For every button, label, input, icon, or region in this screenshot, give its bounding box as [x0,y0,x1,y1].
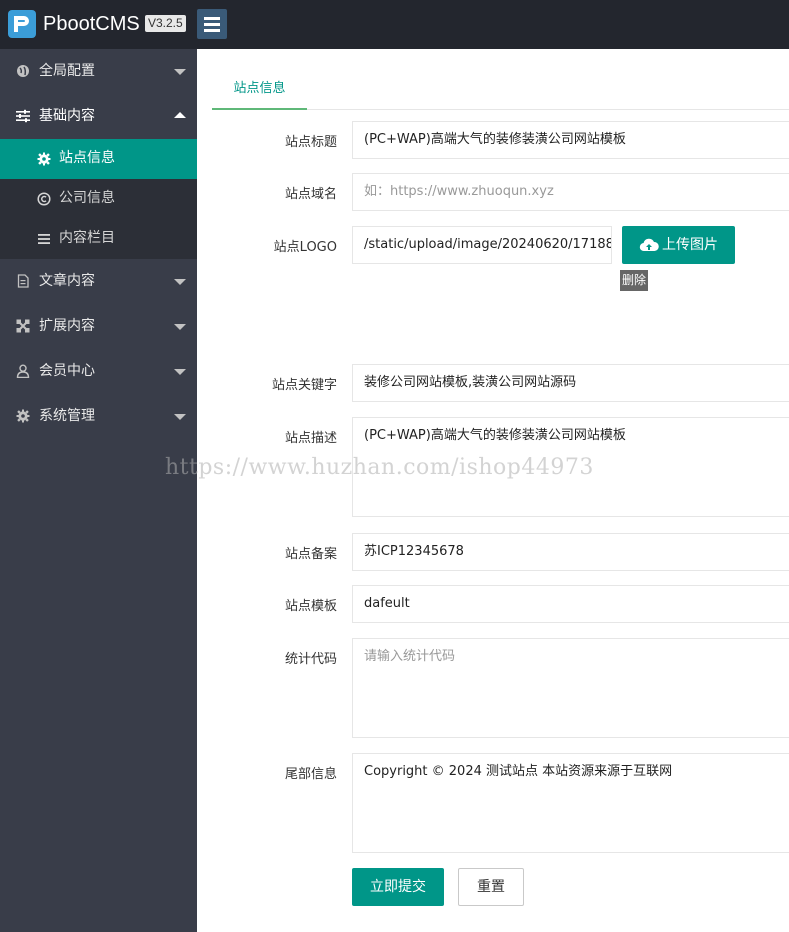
site-template-label: 站点模板 [284,599,337,614]
submenu-basic-content: 站点信息 公司信息 内容栏目 [0,139,197,259]
stats-code-label: 统计代码 [284,652,337,667]
hamburger-icon [204,29,220,32]
sidebar: 全局配置 基础内容 站点信息 公司信息 内容栏目 文章内容 扩展内容 会员中心 [0,49,197,932]
site-title-input[interactable]: (PC+WAP)高端大气的装修装潢公司网站模板 [352,121,789,159]
cloud-upload-icon [639,238,659,252]
submit-button[interactable]: 立即提交 [352,868,444,906]
globe-icon [17,65,29,77]
sidebar-item-label: 文章内容 [39,273,95,289]
pbootcms-logo-icon [8,10,36,38]
sidebar-subitem-site-info[interactable]: 站点信息 [0,139,197,179]
sidebar-item-basic-content[interactable]: 基础内容 [0,94,197,139]
site-logo-label: 站点LOGO [273,240,337,255]
sidebar-subitem-label: 内容栏目 [59,230,115,246]
tab-site-info[interactable]: 站点信息 [212,70,307,110]
footer-info-label: 尾部信息 [284,767,337,782]
site-description-label: 站点描述 [284,431,337,446]
brand-name: PbootCMS [43,13,140,35]
chevron-up-icon [174,112,186,118]
sidebar-item-label: 系统管理 [39,408,95,424]
hamburger-icon [204,23,220,26]
sidebar-subitem-label: 站点信息 [59,150,115,166]
sidebar-item-label: 会员中心 [39,363,95,379]
expand-icon [16,319,30,333]
reset-button[interactable]: 重置 [458,868,524,906]
site-icp-input[interactable]: 苏ICP12345678 [352,533,789,571]
site-description-textarea[interactable]: (PC+WAP)高端大气的装修装潢公司网站模板 [352,417,789,517]
sidebar-item-extended-content[interactable]: 扩展内容 [0,304,197,349]
sidebar-subitem-label: 公司信息 [59,190,115,206]
sliders-icon [16,109,30,123]
site-icp-label: 站点备案 [284,547,337,562]
sidebar-item-system-management[interactable]: 系统管理 [0,394,197,439]
chevron-down-icon [174,69,186,75]
sidebar-subitem-content-columns[interactable]: 内容栏目 [0,219,197,259]
site-logo-input[interactable]: /static/upload/image/20240620/1718877 [352,226,612,264]
site-title-label: 站点标题 [284,135,337,150]
gear-icon [37,152,51,166]
copyright-icon [37,192,51,206]
version-badge: V3.2.5 [145,15,186,32]
site-template-input[interactable]: dafeult [352,585,789,623]
stats-code-textarea[interactable]: 请输入统计代码 [352,638,789,738]
file-icon [17,274,29,288]
site-keywords-input[interactable]: 装修公司网站模板,装潢公司网站源码 [352,364,789,402]
site-domain-input[interactable]: 如：https://www.zhuoqun.xyz [352,173,789,211]
sidebar-item-member-center[interactable]: 会员中心 [0,349,197,394]
footer-info-textarea[interactable]: Copyright © 2024 测试站点 本站资源来源于互联网 [352,753,789,853]
sidebar-subitem-company-info[interactable]: 公司信息 [0,179,197,219]
sidebar-item-label: 基础内容 [39,108,95,124]
upload-image-button[interactable]: 上传图片 [622,226,735,264]
tab-bar: 站点信息 [212,70,789,110]
sidebar-item-article-content[interactable]: 文章内容 [0,259,197,304]
chevron-down-icon [174,414,186,420]
sidebar-item-label: 扩展内容 [39,318,95,334]
hamburger-icon [204,17,220,20]
chevron-down-icon [174,369,186,375]
sidebar-item-global-config[interactable]: 全局配置 [0,49,197,94]
gear-icon [16,409,30,423]
user-icon [16,364,30,378]
upload-image-label: 上传图片 [662,237,718,253]
top-bar: PbootCMS V3.2.5 [0,0,789,49]
delete-logo-button[interactable]: 删除 [620,270,649,291]
sidebar-item-label: 全局配置 [39,63,95,79]
site-domain-label: 站点域名 [284,187,337,202]
chevron-down-icon [174,279,186,285]
menu-toggle-button[interactable] [197,9,227,39]
list-icon [38,234,50,244]
chevron-down-icon [174,324,186,330]
site-keywords-label: 站点关键字 [271,378,337,393]
